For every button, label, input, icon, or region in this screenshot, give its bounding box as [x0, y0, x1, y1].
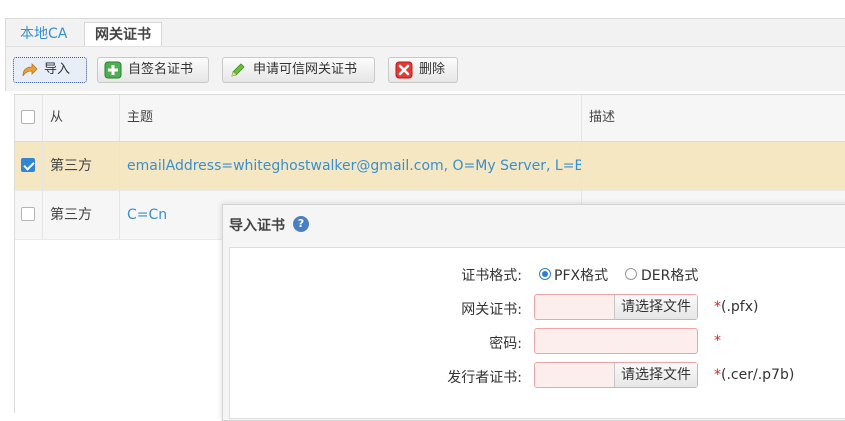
der-radio[interactable]: [625, 268, 637, 280]
row-description: [582, 142, 845, 190]
row-subject-link[interactable]: emailAddress=whiteghostwalker@gmail.com,…: [120, 142, 582, 190]
gateway-cert-label: 网关证书:: [461, 302, 522, 318]
select-all-cell: [15, 95, 43, 141]
import-arrow-icon: [22, 63, 38, 77]
column-header-description[interactable]: 描述: [582, 95, 845, 141]
required-mark: *: [714, 367, 721, 383]
gateway-cert-file-input[interactable]: 请选择文件: [534, 294, 698, 320]
import-label: 导入: [44, 62, 71, 77]
gateway-cert-hint: *(.pfx): [714, 299, 758, 315]
row-from: 第三方: [43, 191, 120, 239]
table-row[interactable]: 第三方 emailAddress=whiteghostwalker@gmail.…: [15, 142, 845, 191]
column-header-subject[interactable]: 主题: [120, 95, 582, 141]
dialog-title: 导入证书: [229, 218, 285, 234]
delete-label: 删除: [419, 62, 446, 77]
pfx-radio-label[interactable]: PFX格式: [554, 265, 608, 285]
issuer-cert-choose-file-button[interactable]: 请选择文件: [614, 363, 697, 387]
apply-trusted-cert-label: 申请可信网关证书: [253, 62, 358, 77]
delete-button[interactable]: 删除: [388, 57, 458, 83]
import-cert-dialog: 导入证书 ? 证书格式: PFX格式 DER格式 网关证书: 请选择文件 *(.…: [222, 204, 845, 421]
row-from: 第三方: [43, 142, 120, 190]
issuer-cert-file-input[interactable]: 请选择文件: [534, 362, 698, 388]
table-header: 从 主题 描述: [15, 94, 845, 142]
apply-trusted-cert-button[interactable]: 申请可信网关证书: [222, 57, 375, 83]
help-icon[interactable]: ?: [293, 216, 309, 232]
password-hint: *: [714, 333, 721, 349]
issuer-cert-hint: *(.cer/.p7b): [714, 367, 794, 383]
required-mark: *: [714, 333, 721, 349]
select-all-checkbox[interactable]: [21, 110, 35, 124]
delete-x-icon: [395, 61, 413, 79]
der-radio-label[interactable]: DER格式: [641, 265, 698, 285]
gateway-cert-ext: (.pfx): [721, 299, 759, 315]
row-checkbox[interactable]: [21, 207, 35, 221]
row-checkbox[interactable]: [21, 158, 35, 172]
pfx-radio[interactable]: [539, 268, 551, 280]
column-header-from[interactable]: 从: [43, 95, 120, 141]
required-mark: *: [714, 299, 721, 315]
password-field[interactable]: [534, 328, 698, 354]
import-button[interactable]: 导入: [13, 57, 87, 83]
pencil-icon: [231, 63, 245, 77]
tab-bar: 本地CA 网关证书: [5, 18, 845, 48]
cert-format-label: 证书格式:: [461, 268, 522, 284]
row-select-cell: [15, 191, 43, 239]
issuer-cert-label: 发行者证书:: [447, 370, 522, 386]
tab-gateway-cert[interactable]: 网关证书: [84, 22, 162, 48]
tab-local-ca[interactable]: 本地CA: [10, 22, 77, 47]
toolbar: 导入 自签名证书 申请可信网关证书 删除: [5, 46, 845, 91]
gateway-cert-choose-file-button[interactable]: 请选择文件: [614, 295, 697, 319]
password-label: 密码:: [489, 336, 522, 352]
add-icon: [104, 61, 122, 79]
issuer-cert-ext: (.cer/.p7b): [721, 367, 795, 383]
self-signed-cert-button[interactable]: 自签名证书: [97, 57, 209, 83]
dialog-form: 证书格式: PFX格式 DER格式 网关证书: 请选择文件 *(.pfx) 密码…: [229, 247, 845, 419]
self-signed-cert-label: 自签名证书: [128, 62, 194, 77]
row-select-cell: [15, 142, 43, 190]
